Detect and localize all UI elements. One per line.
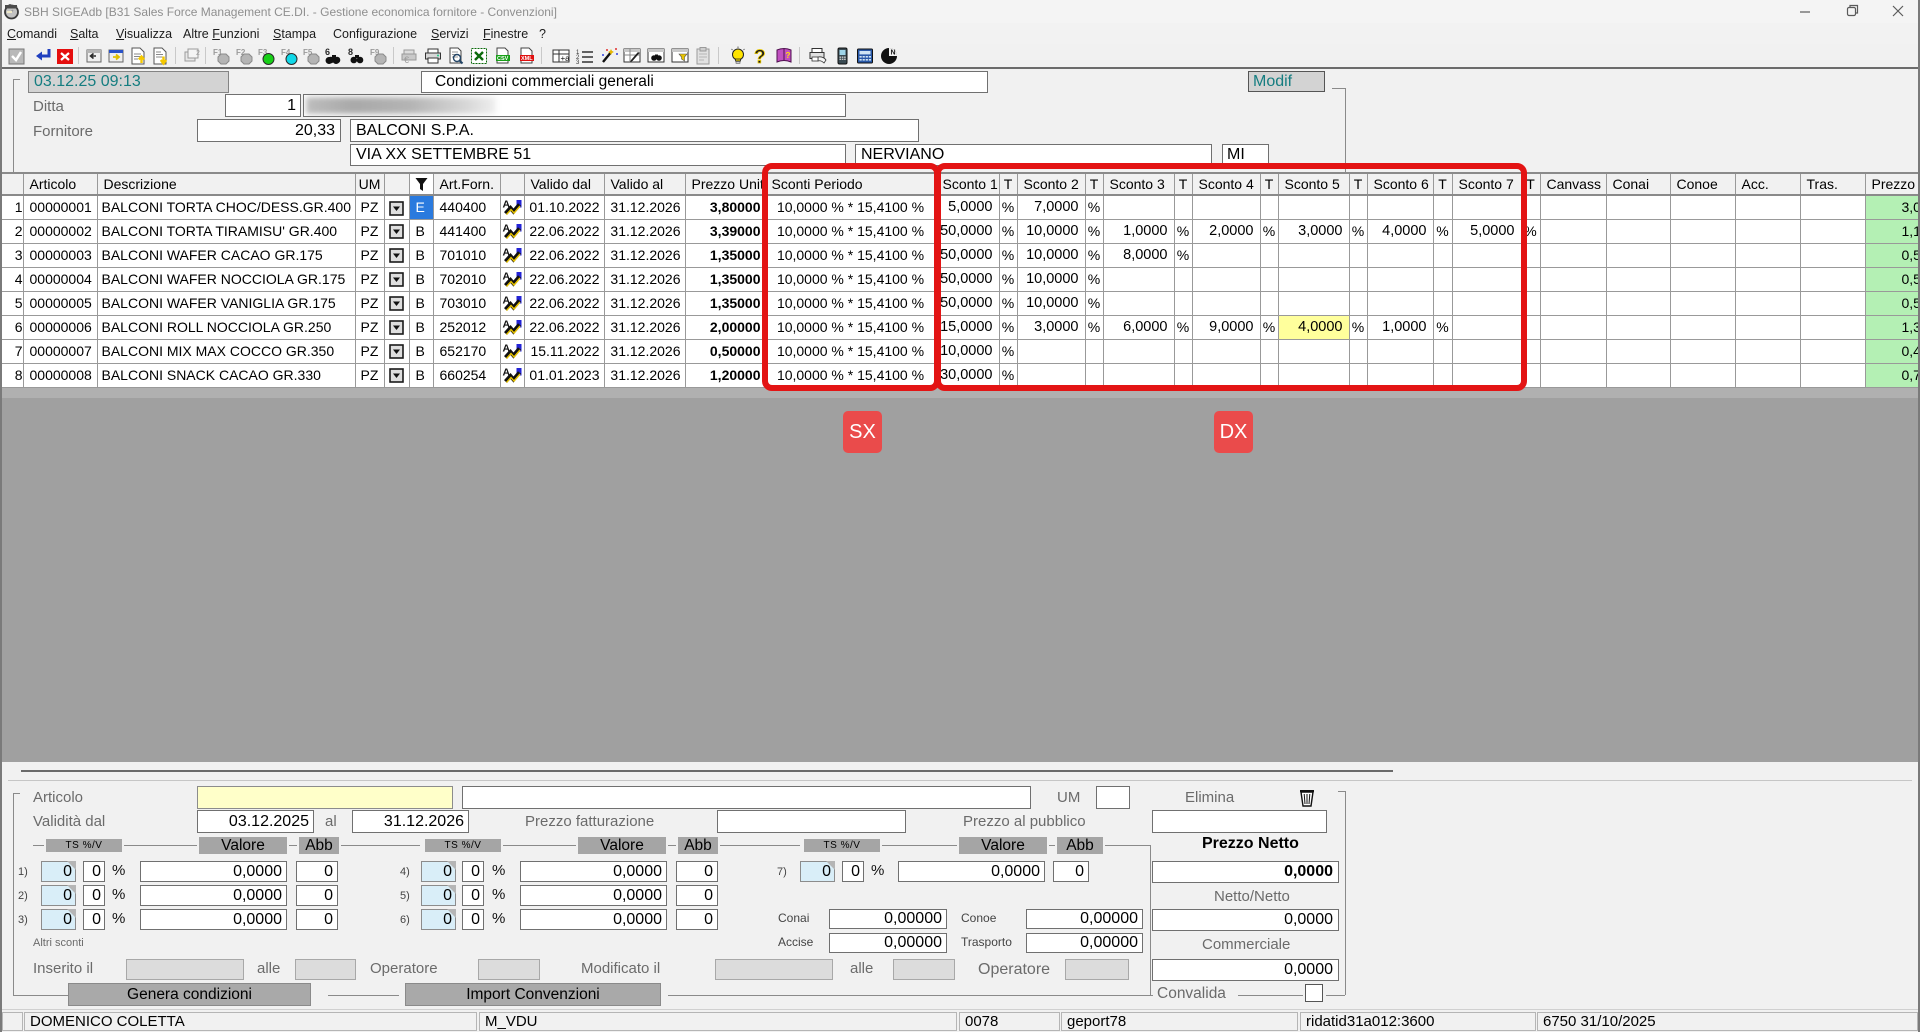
svg-text:?: ?	[786, 51, 791, 60]
svg-text:6: 6	[325, 47, 330, 57]
svg-text:N: N	[891, 50, 896, 57]
svg-text:+a: +a	[561, 54, 571, 63]
svg-text:3: 3	[576, 60, 580, 66]
svg-text:CSV: CSV	[497, 56, 509, 62]
svg-text:€: €	[404, 55, 409, 65]
svg-text:XML: XML	[521, 56, 533, 62]
svg-text:8: 8	[348, 47, 353, 57]
svg-text:2: 2	[196, 50, 200, 57]
svg-text:?: ?	[754, 47, 766, 66]
